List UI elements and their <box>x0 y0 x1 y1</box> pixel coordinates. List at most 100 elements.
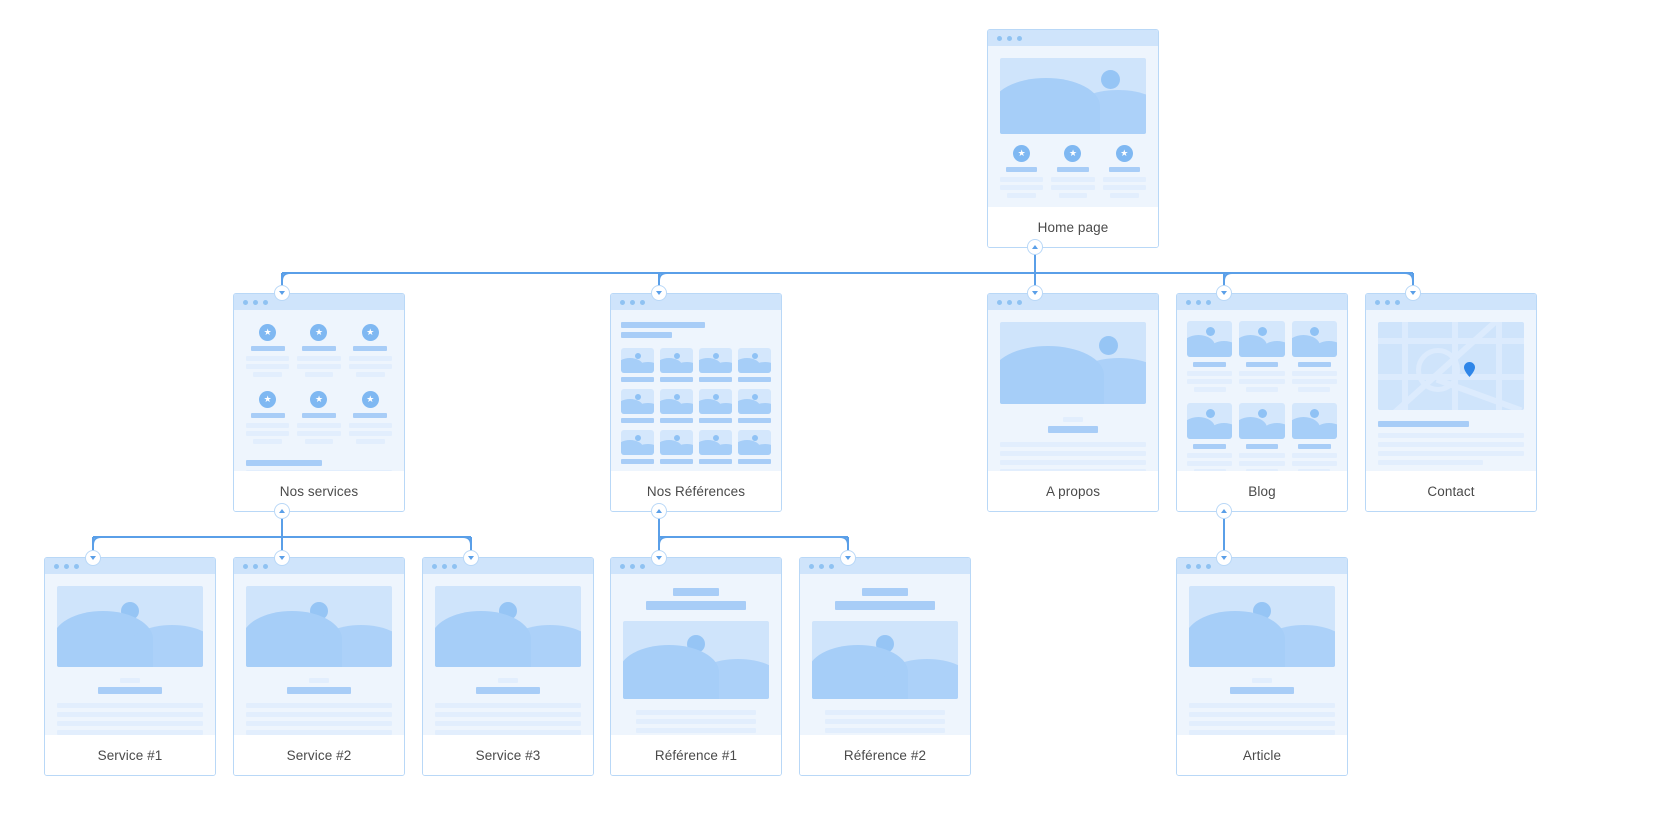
window-dot-icon <box>1206 300 1211 305</box>
connector-node-home-out[interactable] <box>1027 239 1043 255</box>
blog-post-item <box>1292 403 1337 471</box>
window-dot-icon <box>640 300 645 305</box>
feature-block: ★ <box>297 324 340 377</box>
card-preview: ★ ★ <box>988 46 1158 207</box>
connector-node-reference1-in[interactable] <box>651 550 667 566</box>
connector-node-contact-in[interactable] <box>1405 285 1421 301</box>
card-titlebar <box>800 558 970 574</box>
window-dot-icon <box>1385 300 1390 305</box>
hero-image <box>246 586 392 667</box>
connector-node-services-out[interactable] <box>274 503 290 519</box>
window-dot-icon <box>1007 36 1012 41</box>
window-dot-icon <box>1017 36 1022 41</box>
window-dot-icon <box>1206 564 1211 569</box>
page-card-blog[interactable]: Blog <box>1176 293 1348 512</box>
page-card-service2[interactable]: Service #2 <box>233 557 405 776</box>
star-badge-icon: ★ <box>1013 145 1030 162</box>
card-preview <box>423 574 593 735</box>
thumbnail-item <box>738 389 771 423</box>
connector-node-services-in[interactable] <box>274 285 290 301</box>
hero-image <box>623 621 769 699</box>
window-dot-icon <box>640 564 645 569</box>
feature-block: ★ <box>1051 145 1094 198</box>
window-dot-icon <box>1007 300 1012 305</box>
hero-image <box>1189 586 1335 667</box>
window-dot-icon <box>620 564 625 569</box>
star-badge-icon: ★ <box>310 391 327 408</box>
card-preview: ★ ★ <box>234 310 404 471</box>
card-titlebar <box>611 558 781 574</box>
card-label: Blog <box>1177 471 1347 511</box>
page-card-contact[interactable]: Contact <box>1365 293 1537 512</box>
window-dot-icon <box>809 564 814 569</box>
page-card-references[interactable]: Nos Références <box>610 293 782 512</box>
card-titlebar <box>423 558 593 574</box>
window-dot-icon <box>1395 300 1400 305</box>
window-dot-icon <box>1017 300 1022 305</box>
window-dot-icon <box>630 564 635 569</box>
feature-block: ★ <box>246 324 289 377</box>
card-preview <box>988 310 1158 471</box>
map-pin-icon <box>1464 362 1475 377</box>
page-card-home[interactable]: ★ ★ <box>987 29 1159 248</box>
connector-node-article-in[interactable] <box>1216 550 1232 566</box>
window-dot-icon <box>620 300 625 305</box>
thumbnail-item <box>660 348 693 382</box>
card-titlebar <box>234 558 404 574</box>
thumbnail-item <box>621 389 654 423</box>
connector-node-reference2-in[interactable] <box>840 550 856 566</box>
hill-shape <box>1072 90 1146 134</box>
card-label: A propos <box>988 471 1158 511</box>
page-card-apropos[interactable]: A propos <box>987 293 1159 512</box>
star-badge-icon: ★ <box>259 324 276 341</box>
thumbnail-item <box>660 389 693 423</box>
card-titlebar <box>1177 558 1347 574</box>
window-dot-icon <box>64 564 69 569</box>
hill-shape <box>1072 358 1146 404</box>
card-titlebar <box>988 30 1158 46</box>
page-card-reference2[interactable]: Référence #2 <box>799 557 971 776</box>
connector-node-references-in[interactable] <box>651 285 667 301</box>
window-dot-icon <box>819 564 824 569</box>
page-card-services[interactable]: ★ ★ <box>233 293 405 512</box>
page-card-reference1[interactable]: Référence #1 <box>610 557 782 776</box>
connector-node-apropos-in[interactable] <box>1027 285 1043 301</box>
connector-node-service1-in[interactable] <box>85 550 101 566</box>
window-dot-icon <box>263 300 268 305</box>
hero-image <box>812 621 958 699</box>
feature-block: ★ <box>1103 145 1146 198</box>
card-preview <box>611 310 781 471</box>
page-card-service3[interactable]: Service #3 <box>422 557 594 776</box>
window-dot-icon <box>243 564 248 569</box>
connector-node-blog-out[interactable] <box>1216 503 1232 519</box>
connector-node-service3-in[interactable] <box>463 550 479 566</box>
star-badge-icon: ★ <box>1116 145 1133 162</box>
window-dot-icon <box>1196 564 1201 569</box>
card-label: Service #2 <box>234 735 404 775</box>
map-preview <box>1378 322 1524 410</box>
card-preview <box>1177 310 1347 471</box>
feature-block: ★ <box>349 324 392 377</box>
thumbnail-item <box>621 430 654 464</box>
connector-node-service2-in[interactable] <box>274 550 290 566</box>
card-label: Service #1 <box>45 735 215 775</box>
connector-node-references-out[interactable] <box>651 503 667 519</box>
window-dot-icon <box>1186 300 1191 305</box>
window-dot-icon <box>829 564 834 569</box>
feature-block: ★ <box>246 391 289 444</box>
page-card-article[interactable]: Article <box>1176 557 1348 776</box>
hero-image <box>1000 322 1146 404</box>
star-badge-icon: ★ <box>310 324 327 341</box>
card-preview <box>234 574 404 735</box>
card-titlebar <box>611 294 781 310</box>
card-label: Home page <box>988 207 1158 247</box>
page-card-service1[interactable]: Service #1 <box>44 557 216 776</box>
card-label: Référence #1 <box>611 735 781 775</box>
thumbnail-item <box>738 348 771 382</box>
card-preview <box>800 574 970 735</box>
window-dot-icon <box>243 300 248 305</box>
card-label: Contact <box>1366 471 1536 511</box>
hill-shape <box>884 659 958 699</box>
window-dot-icon <box>432 564 437 569</box>
connector-node-blog-in[interactable] <box>1216 285 1232 301</box>
